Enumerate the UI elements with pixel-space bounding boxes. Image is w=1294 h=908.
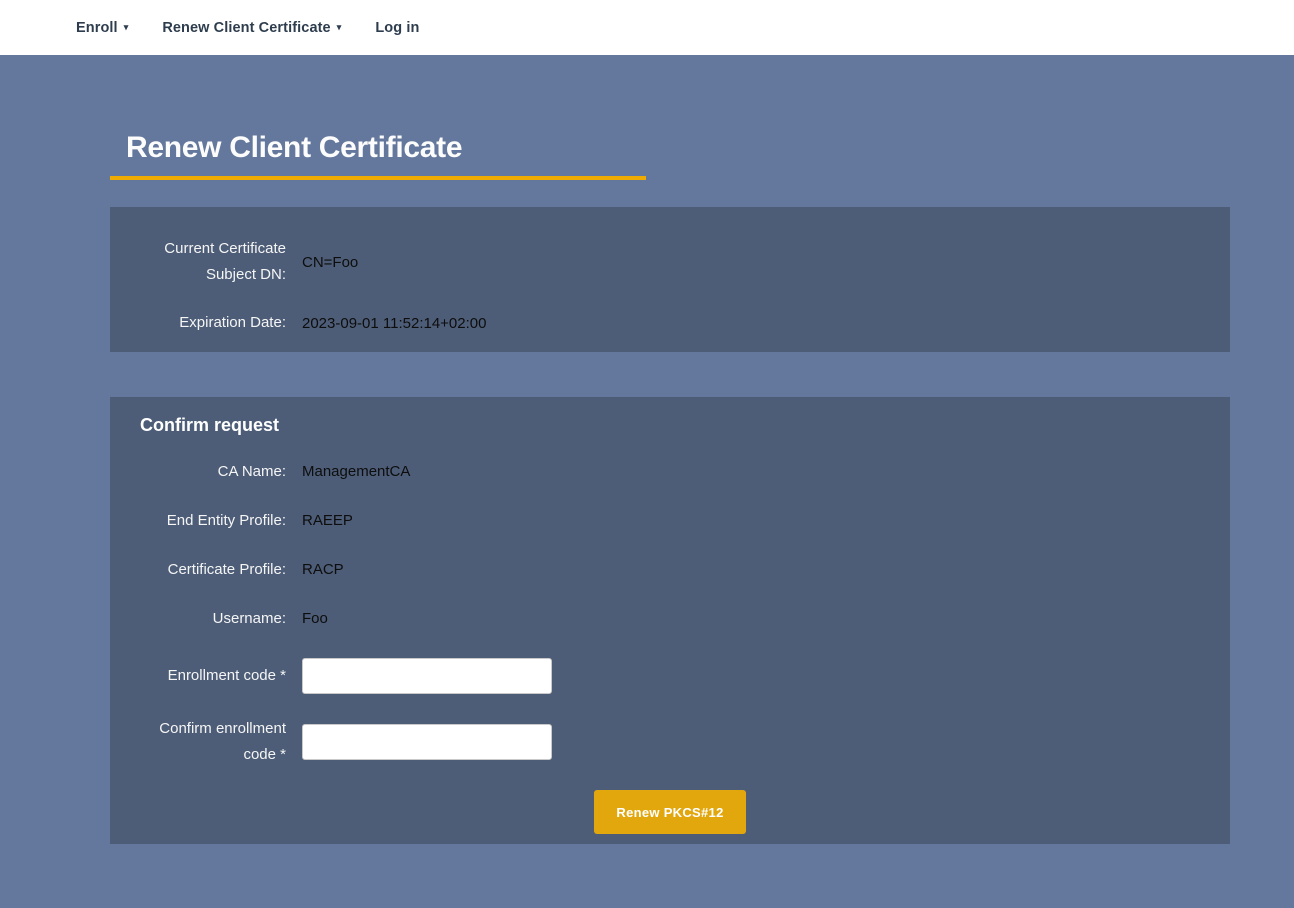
page-title: Renew Client Certificate: [126, 131, 646, 164]
info-row-certificate-profile: Certificate Profile: RACP: [130, 545, 1210, 594]
field-label: Current Certificate Subject DN:: [130, 236, 286, 288]
input-row-enrollment-code: Enrollment code *: [130, 643, 1210, 709]
button-row: Renew PKCS#12: [130, 790, 1210, 834]
nav-item-label: Enroll: [76, 20, 118, 36]
field-label: Confirm enrollment code *: [130, 716, 286, 768]
renew-pkcs12-button[interactable]: Renew PKCS#12: [594, 790, 745, 834]
field-label: End Entity Profile:: [130, 508, 286, 534]
enrollment-code-input[interactable]: [302, 658, 552, 694]
confirm-request-panel: Confirm request CA Name: ManagementCA En…: [110, 397, 1230, 844]
caret-down-icon: ▾: [337, 23, 342, 32]
nav-item-enroll[interactable]: Enroll ▾: [76, 20, 128, 36]
field-value: ManagementCA: [302, 463, 410, 480]
nav-item-label: Renew Client Certificate: [162, 20, 330, 36]
caret-down-icon: ▾: [124, 23, 129, 32]
info-row-username: Username: Foo: [130, 594, 1210, 643]
field-label: Username:: [130, 606, 286, 632]
section-title: Confirm request: [140, 413, 1210, 437]
info-row-end-entity-profile: End Entity Profile: RAEEP: [130, 496, 1210, 545]
info-row-ca-name: CA Name: ManagementCA: [130, 447, 1210, 496]
info-row-expiration-date: Expiration Date: 2023-09-01 11:52:14+02:…: [130, 297, 1210, 349]
field-value: RAEEP: [302, 512, 353, 529]
current-certificate-panel: Current Certificate Subject DN: CN=Foo E…: [110, 207, 1230, 352]
nav-item-renew-client-certificate[interactable]: Renew Client Certificate ▾: [162, 20, 341, 36]
info-row-subject-dn: Current Certificate Subject DN: CN=Foo: [130, 227, 1210, 297]
field-value: CN=Foo: [302, 254, 358, 271]
field-label: Enrollment code *: [130, 663, 286, 689]
confirm-enrollment-code-input[interactable]: [302, 724, 552, 760]
nav-item-label: Log in: [375, 20, 419, 36]
field-value: Foo: [302, 610, 328, 627]
field-value: 2023-09-01 11:52:14+02:00: [302, 315, 486, 332]
field-label: Certificate Profile:: [130, 557, 286, 583]
field-label: Expiration Date:: [130, 310, 286, 336]
top-navbar: Enroll ▾ Renew Client Certificate ▾ Log …: [0, 0, 1294, 55]
field-value: RACP: [302, 561, 344, 578]
field-label: CA Name:: [130, 459, 286, 485]
nav-item-log-in[interactable]: Log in: [375, 20, 419, 36]
input-row-confirm-enrollment-code: Confirm enrollment code *: [130, 709, 1210, 775]
page-title-block: Renew Client Certificate: [110, 131, 646, 180]
